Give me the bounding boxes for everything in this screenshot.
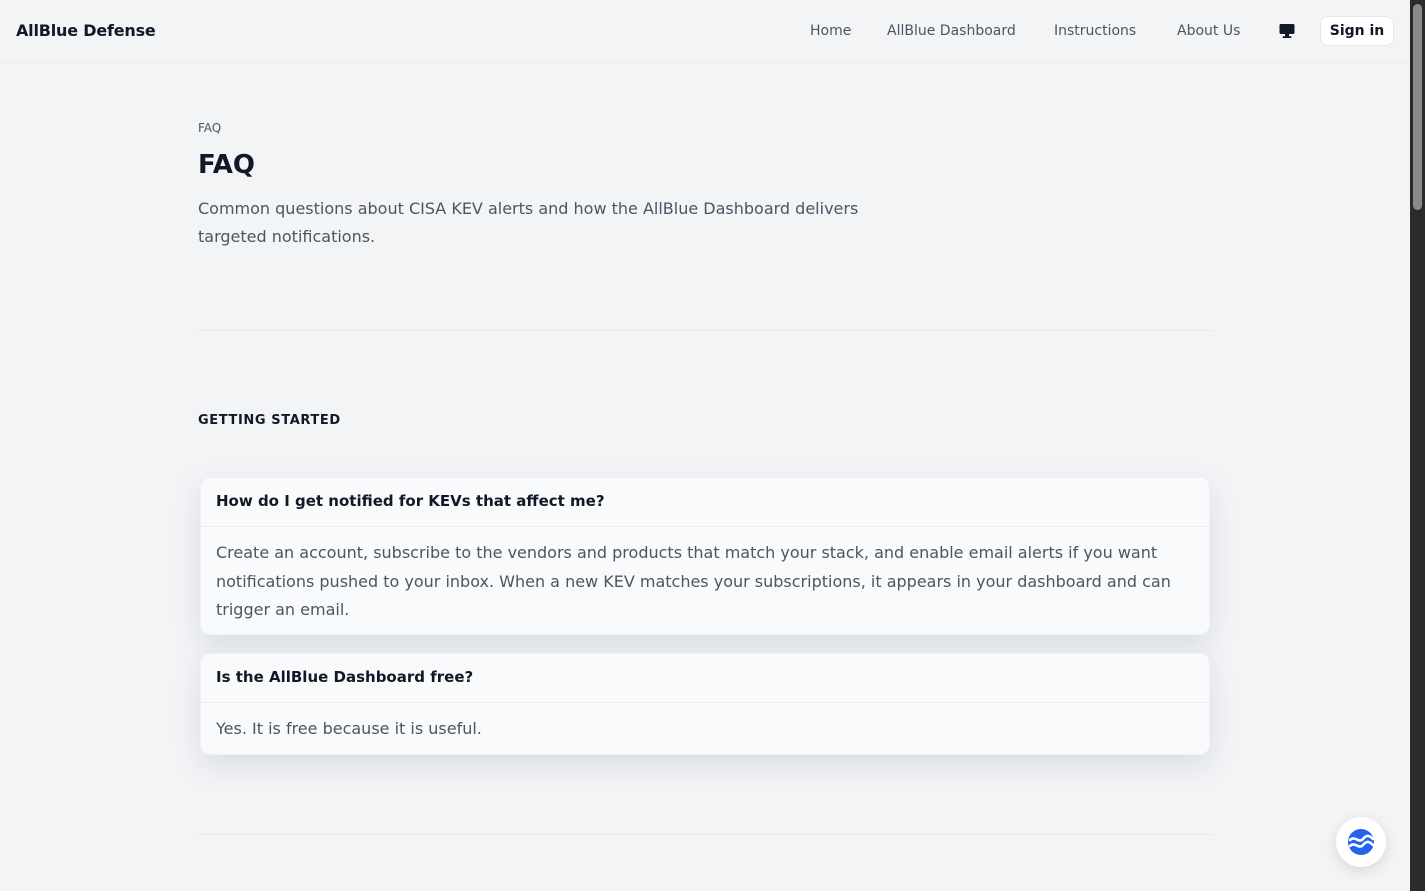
page: AllBlue Defense Home AllBlue Dashboard I… bbox=[0, 0, 1410, 891]
breadcrumb: FAQ bbox=[198, 121, 222, 135]
chat-assistant-icon bbox=[1348, 829, 1375, 855]
sign-in-button[interactable]: Sign in bbox=[1320, 16, 1394, 46]
page-subtitle: Common questions about CISA KEV alerts a… bbox=[198, 199, 859, 246]
faq-answer: Yes. It is free because it is useful. bbox=[216, 719, 482, 738]
faq-item: Is the AllBlue Dashboard free? Yes. It i… bbox=[200, 653, 1210, 755]
section-divider bbox=[198, 330, 1212, 331]
section-divider bbox=[198, 834, 1212, 835]
scrollbar-thumb[interactable] bbox=[1413, 4, 1422, 210]
page-scrollbar[interactable] bbox=[1410, 0, 1425, 891]
brand-logo[interactable]: AllBlue Defense bbox=[16, 21, 156, 40]
faq-question[interactable]: How do I get notified for KEVs that affe… bbox=[201, 478, 1209, 527]
nav-link-home[interactable]: Home bbox=[810, 23, 851, 39]
faq-question[interactable]: Is the AllBlue Dashboard free? bbox=[201, 654, 1209, 703]
theme-toggle-button[interactable] bbox=[1268, 14, 1306, 48]
nav-link-dashboard[interactable]: AllBlue Dashboard bbox=[887, 23, 1016, 39]
faq-answer: Create an account, subscribe to the vend… bbox=[216, 543, 1171, 619]
chat-assistant-button[interactable] bbox=[1336, 817, 1386, 867]
monitor-icon bbox=[1279, 24, 1295, 38]
page-title: FAQ bbox=[198, 150, 256, 180]
faq-item: How do I get notified for KEVs that affe… bbox=[200, 477, 1210, 635]
nav-link-about-us[interactable]: About Us bbox=[1177, 23, 1240, 39]
nav-link-instructions[interactable]: Instructions bbox=[1054, 23, 1136, 39]
top-navbar: AllBlue Defense Home AllBlue Dashboard I… bbox=[0, 0, 1410, 63]
section-heading: GETTING STARTED bbox=[198, 413, 341, 428]
